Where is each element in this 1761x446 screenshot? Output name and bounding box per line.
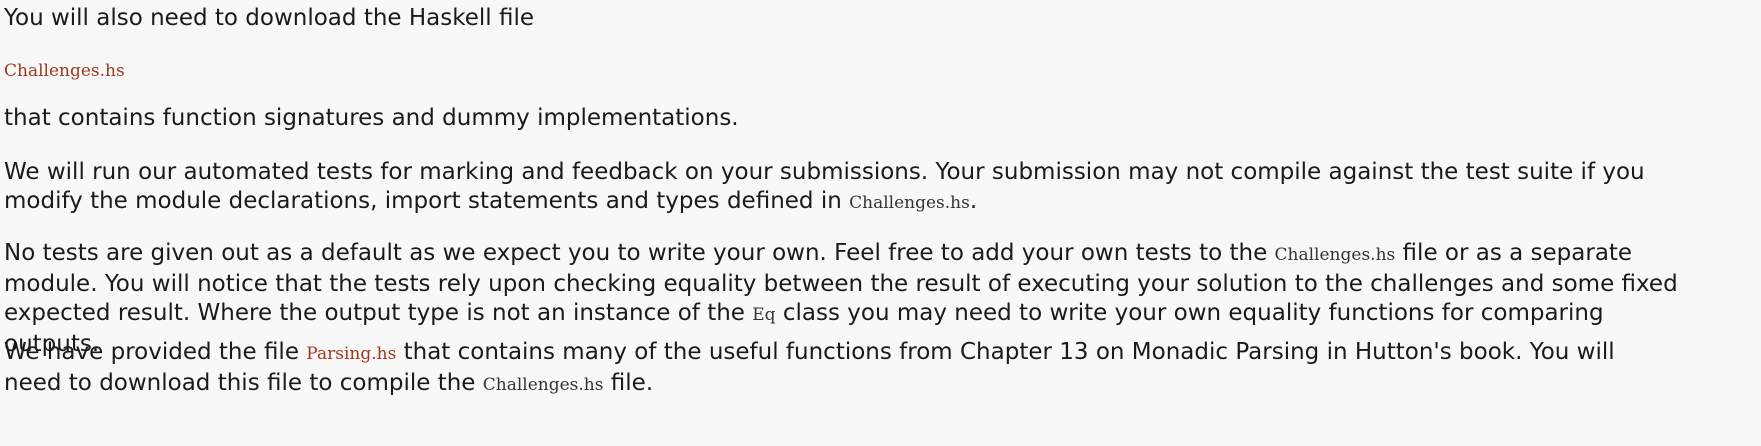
challenges-file-code: Challenges.hs <box>482 375 604 395</box>
paragraph-text: We have provided the file <box>4 339 307 365</box>
paragraph-text: We will run our automated tests for mark… <box>4 159 1645 185</box>
paragraph-text: class you may need to write your own equ… <box>775 300 1604 326</box>
paragraph-text: file or as a separate <box>1395 240 1633 266</box>
paragraph-parsing-file: We have provided the file Parsing.hs tha… <box>4 338 1753 400</box>
paragraph-text: You will also need to download the Haske… <box>4 5 535 31</box>
paragraph-text: modify the module declarations, import s… <box>4 188 850 214</box>
paragraph-text: No tests are given out as a default as w… <box>4 240 1275 266</box>
paragraph-filename: Challenges.hs <box>4 55 1753 86</box>
paragraph-text: expected result. Where the output type i… <box>4 300 753 326</box>
challenges-file-code: Challenges.hs <box>1274 245 1396 265</box>
paragraph-download-intro: You will also need to download the Haske… <box>4 4 1753 33</box>
paragraph-automated-tests: We will run our automated tests for mark… <box>4 158 1753 218</box>
challenges-file-code: Challenges.hs <box>849 193 970 213</box>
paragraph-text: module. You will notice that the tests r… <box>4 271 1678 297</box>
parsing-file-code: Parsing.hs <box>306 344 397 364</box>
challenges-file-code: Challenges.hs <box>4 61 125 81</box>
paragraph-text: that contains many of the useful functio… <box>396 339 1615 365</box>
eq-class-code: Eq <box>752 305 776 325</box>
paragraph-text: need to download this file to compile th… <box>4 370 483 396</box>
paragraph-text: file. <box>603 370 654 396</box>
paragraph-contains: that contains function signatures and du… <box>4 104 1753 133</box>
paragraph-text: . <box>969 188 978 214</box>
paragraph-text: that contains function signatures and du… <box>4 105 739 131</box>
document-body: You will also need to download the Haske… <box>0 0 1761 446</box>
